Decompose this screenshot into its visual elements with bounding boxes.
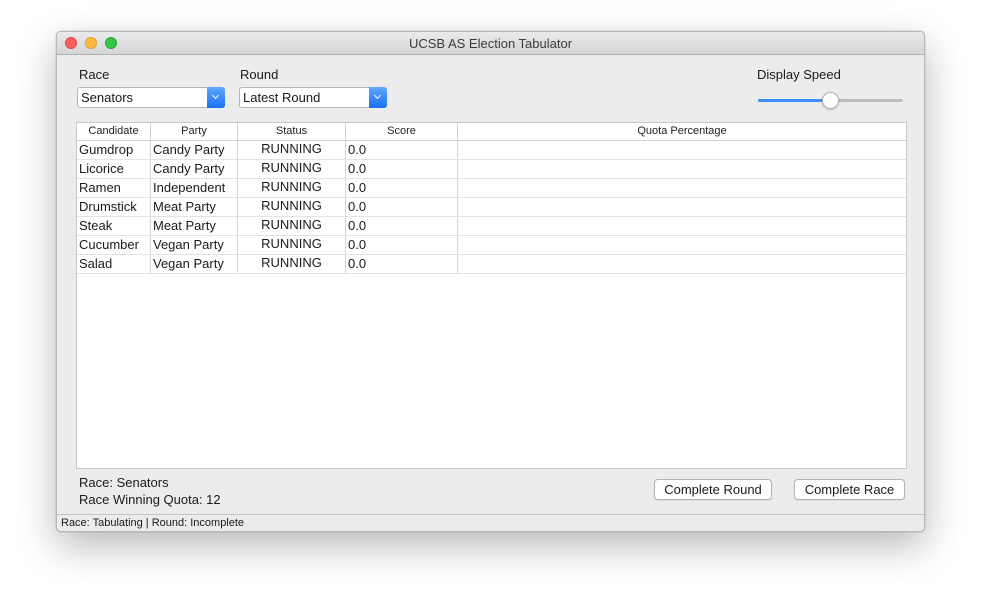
complete-round-button[interactable]: Complete Round — [654, 479, 772, 500]
candidates-table: Candidate Party Status Score Quota Perce… — [76, 122, 907, 469]
cell-score: 0.0 — [346, 236, 458, 254]
table-row[interactable]: Drumstick Meat Party RUNNING 0.0 — [77, 198, 906, 217]
round-select[interactable]: Latest Round — [239, 87, 387, 108]
cell-status: RUNNING — [238, 236, 346, 254]
table-row[interactable]: Licorice Candy Party RUNNING 0.0 — [77, 160, 906, 179]
cell-party: Independent — [151, 179, 238, 197]
cell-quota — [458, 217, 906, 235]
winning-quota-text: Race Winning Quota: 12 — [79, 492, 221, 507]
cell-candidate: Cucumber — [77, 236, 151, 254]
cell-candidate: Ramen — [77, 179, 151, 197]
cell-status: RUNNING — [238, 217, 346, 235]
cell-status: RUNNING — [238, 198, 346, 216]
cell-quota — [458, 255, 906, 273]
title-bar: UCSB AS Election Tabulator — [57, 32, 924, 55]
cell-status: RUNNING — [238, 255, 346, 273]
cell-candidate: Steak — [77, 217, 151, 235]
column-header-status[interactable]: Status — [238, 123, 346, 140]
table-row[interactable]: Ramen Independent RUNNING 0.0 — [77, 179, 906, 198]
race-select[interactable]: Senators — [77, 87, 225, 108]
cell-quota — [458, 160, 906, 178]
table-row[interactable]: Cucumber Vegan Party RUNNING 0.0 — [77, 236, 906, 255]
slider-fill — [758, 99, 831, 102]
cell-party: Candy Party — [151, 141, 238, 159]
race-label: Race — [79, 67, 110, 82]
cell-party: Meat Party — [151, 217, 238, 235]
cell-party: Meat Party — [151, 198, 238, 216]
round-label: Round — [240, 67, 279, 82]
cell-status: RUNNING — [238, 160, 346, 178]
chevron-down-icon — [369, 87, 387, 108]
cell-candidate: Drumstick — [77, 198, 151, 216]
race-select-value: Senators — [81, 90, 134, 105]
cell-score: 0.0 — [346, 198, 458, 216]
column-header-score[interactable]: Score — [346, 123, 458, 140]
table-header: Candidate Party Status Score Quota Perce… — [77, 123, 906, 141]
chevron-down-icon — [207, 87, 225, 108]
cell-score: 0.0 — [346, 141, 458, 159]
cell-quota — [458, 236, 906, 254]
column-header-party[interactable]: Party — [151, 123, 238, 140]
cell-status: RUNNING — [238, 179, 346, 197]
display-speed-slider[interactable] — [758, 92, 903, 109]
table-row[interactable]: Gumdrop Candy Party RUNNING 0.0 — [77, 141, 906, 160]
app-window: UCSB AS Election Tabulator Race Senators… — [56, 31, 925, 532]
cell-quota — [458, 141, 906, 159]
cell-candidate: Salad — [77, 255, 151, 273]
cell-quota — [458, 179, 906, 197]
table-row[interactable]: Steak Meat Party RUNNING 0.0 — [77, 217, 906, 236]
cell-quota — [458, 198, 906, 216]
cell-score: 0.0 — [346, 160, 458, 178]
race-summary-text: Race: Senators — [79, 475, 169, 490]
cell-status: RUNNING — [238, 141, 346, 159]
column-header-quota-percentage[interactable]: Quota Percentage — [458, 123, 906, 140]
cell-score: 0.0 — [346, 179, 458, 197]
table-row[interactable]: Salad Vegan Party RUNNING 0.0 — [77, 255, 906, 274]
column-header-candidate[interactable]: Candidate — [77, 123, 151, 140]
window-title: UCSB AS Election Tabulator — [408, 36, 573, 51]
complete-race-button[interactable]: Complete Race — [794, 479, 905, 500]
cell-party: Vegan Party — [151, 255, 238, 273]
slider-thumb[interactable] — [822, 92, 839, 109]
display-speed-label: Display Speed — [757, 67, 841, 82]
cell-party: Candy Party — [151, 160, 238, 178]
cell-score: 0.0 — [346, 255, 458, 273]
round-select-value: Latest Round — [243, 90, 321, 105]
status-bar: Race: Tabulating | Round: Incomplete — [57, 514, 924, 531]
cell-party: Vegan Party — [151, 236, 238, 254]
cell-score: 0.0 — [346, 217, 458, 235]
cell-candidate: Licorice — [77, 160, 151, 178]
cell-candidate: Gumdrop — [77, 141, 151, 159]
